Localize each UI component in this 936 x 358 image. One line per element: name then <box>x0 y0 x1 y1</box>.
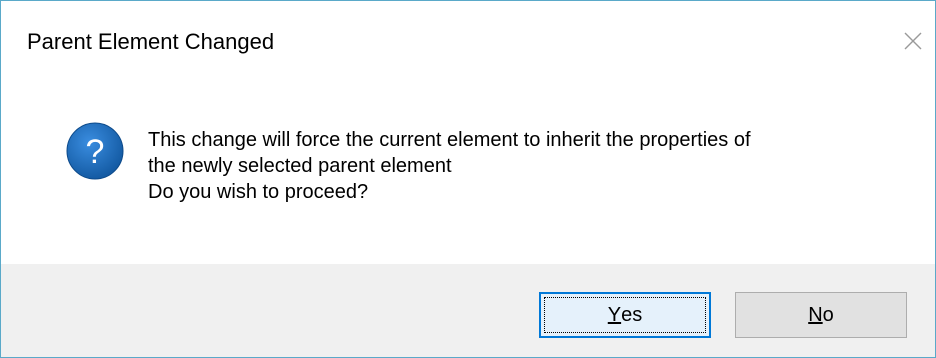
svg-text:?: ? <box>86 133 105 171</box>
message-line: Do you wish to proceed? <box>148 181 369 203</box>
title-bar: Parent Element Changed <box>1 1 935 81</box>
dialog-content: ? This change will force the current ele… <box>1 81 935 264</box>
question-icon: ? <box>65 121 125 181</box>
button-bar: Yes No <box>1 264 935 357</box>
message-line: This change will force the current eleme… <box>148 129 751 151</box>
message-dialog: Parent Element Changed ? This change wil… <box>0 0 936 358</box>
no-button[interactable]: No <box>735 292 907 338</box>
dialog-message: This change will force the current eleme… <box>148 127 908 205</box>
yes-button[interactable]: Yes <box>539 292 711 338</box>
message-line: the newly selected parent element <box>148 155 452 177</box>
no-button-label: No <box>808 303 834 326</box>
close-icon <box>904 32 922 50</box>
dialog-title: Parent Element Changed <box>27 29 275 54</box>
close-button[interactable] <box>897 25 929 57</box>
yes-button-label: Yes <box>607 303 643 326</box>
